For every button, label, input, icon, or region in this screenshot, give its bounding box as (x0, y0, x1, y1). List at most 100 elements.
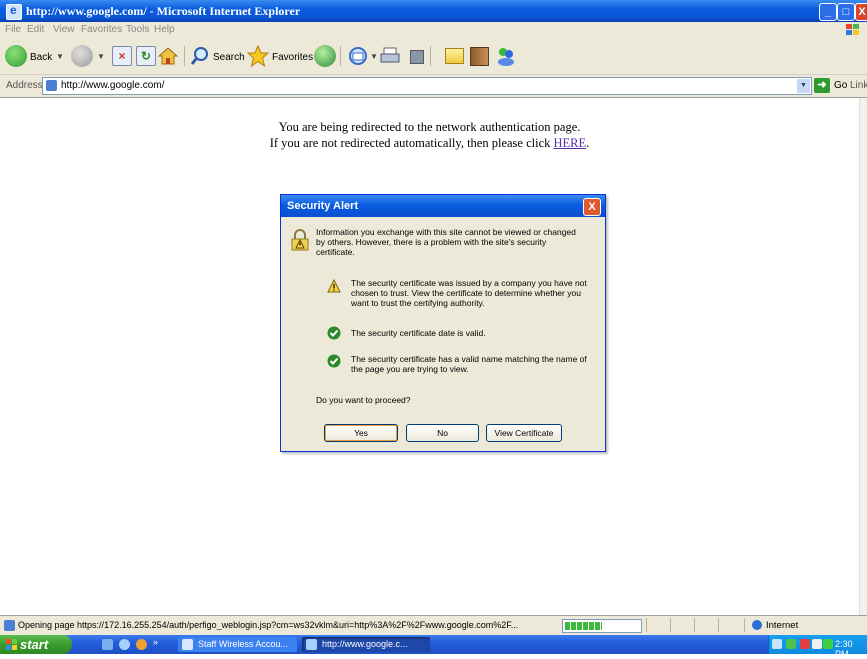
start-button[interactable]: start (0, 635, 72, 654)
status-pane-divider (646, 618, 647, 632)
print-icon[interactable] (380, 47, 400, 65)
links-button[interactable]: Links (850, 80, 867, 91)
menu-help[interactable]: Help (154, 24, 175, 35)
favorites-label[interactable]: Favorites (272, 52, 313, 63)
status-text: Opening page https://172.16.255.254/auth… (18, 620, 519, 630)
security-alert-dialog: Security Alert X Information you exchang… (280, 194, 606, 452)
yes-button[interactable]: Yes (324, 424, 398, 442)
certificate-warning-text: The security certificate was issued by a… (351, 278, 587, 308)
toolbar-separator (184, 46, 185, 66)
quicklaunch-ie-icon[interactable] (119, 639, 130, 650)
security-zone-label: Internet (766, 620, 799, 631)
redirect-message: You are being redirected to the network … (278, 120, 581, 134)
window-title-bar[interactable]: http://www.google.com/ - Microsoft Inter… (0, 0, 867, 22)
taskbar-button-staff-wireless[interactable]: Staff Wireless Accou... (178, 637, 297, 652)
menu-favorites[interactable]: Favorites (81, 24, 122, 35)
minimize-button[interactable]: _ (819, 3, 837, 21)
no-button[interactable]: No (406, 424, 479, 442)
taskbar-button-ie-google[interactable]: http://www.google.c... (302, 637, 430, 652)
proceed-question: Do you want to proceed? (316, 395, 411, 405)
quicklaunch-more-icon[interactable]: » (153, 637, 158, 647)
tray-volume-icon[interactable] (812, 639, 822, 649)
research-icon[interactable] (470, 47, 489, 66)
padlock-warning-icon (291, 229, 309, 251)
view-certificate-button[interactable]: View Certificate (486, 424, 562, 442)
menu-file[interactable]: File (5, 24, 21, 35)
page-loading-icon (4, 620, 15, 631)
address-label: Address (6, 80, 43, 91)
toolbar-separator (340, 46, 341, 66)
address-url[interactable]: http://www.google.com/ (61, 80, 164, 91)
internet-zone-icon (752, 620, 762, 630)
go-button[interactable]: Go (834, 80, 847, 91)
redirect-instruction: If you are not redirected automatically,… (0, 136, 859, 151)
home-icon[interactable] (158, 46, 178, 66)
certificate-name-text: The security certificate has a valid nam… (351, 354, 587, 374)
tray-wireless-icon[interactable] (823, 639, 833, 649)
menu-bar: File Edit View Favorites Tools Help (0, 22, 867, 39)
menu-edit[interactable]: Edit (27, 24, 44, 35)
window-icon (182, 639, 193, 650)
status-pane-divider (694, 618, 695, 632)
search-label[interactable]: Search (213, 52, 245, 63)
history-icon[interactable] (314, 45, 336, 67)
messenger-icon[interactable] (496, 46, 516, 66)
redirect-instruction-end: . (586, 136, 590, 150)
quicklaunch-media-icon[interactable] (136, 639, 147, 650)
ie-icon (306, 639, 317, 650)
forward-arrow-icon[interactable] (71, 45, 93, 67)
redirect-instruction-text: If you are not redirected automatically,… (269, 136, 554, 150)
page-favicon-icon (46, 80, 57, 91)
address-dropdown-icon[interactable]: ▼ (797, 79, 810, 93)
address-input[interactable]: http://www.google.com/ ▼ (42, 77, 812, 95)
forward-dropdown-icon[interactable]: ▼ (97, 52, 105, 61)
progress-bar-fill (565, 622, 602, 630)
folder-icon[interactable] (445, 48, 464, 64)
mail-dropdown-icon[interactable]: ▼ (370, 52, 378, 61)
ie-icon (6, 3, 22, 20)
taskbar: start » Staff Wireless Accou... http://w… (0, 635, 867, 659)
show-desktop-icon[interactable] (102, 639, 113, 650)
certificate-date-text: The security certificate date is valid. (351, 328, 486, 338)
status-pane-divider (744, 618, 745, 632)
progress-bar (562, 619, 642, 633)
status-pane-divider (670, 618, 671, 632)
stop-icon[interactable]: × (112, 46, 132, 66)
status-pane-divider (718, 618, 719, 632)
here-link[interactable]: HERE (554, 136, 587, 150)
refresh-icon[interactable]: ↻ (136, 46, 156, 66)
window-title: http://www.google.com/ - Microsoft Inter… (26, 4, 301, 18)
check-icon (327, 326, 341, 340)
warning-triangle-icon (327, 279, 341, 293)
back-label[interactable]: Back (30, 52, 52, 63)
clock[interactable]: 2:30 PM (835, 639, 867, 659)
search-icon[interactable] (190, 46, 210, 66)
windows-logo-icon (846, 24, 859, 35)
go-arrow-icon[interactable]: ➜ (814, 78, 830, 93)
address-bar: Address http://www.google.com/ ▼ ➜ Go Li… (0, 75, 867, 98)
start-label: start (20, 637, 49, 652)
vertical-scrollbar[interactable] (859, 98, 867, 615)
dialog-close-button[interactable]: X (583, 198, 601, 216)
tray-security-icon[interactable] (786, 639, 796, 649)
back-arrow-icon[interactable] (5, 45, 27, 67)
task-label: http://www.google.c... (322, 639, 408, 649)
close-window-button[interactable]: X (855, 3, 867, 21)
menu-view[interactable]: View (53, 24, 75, 35)
check-icon (327, 354, 341, 368)
standard-toolbar: Back ▼ ▼ × ↻ Search Favorites ▼ (0, 38, 867, 75)
dialog-title: Security Alert (287, 200, 359, 212)
tray-network-icon[interactable] (772, 639, 782, 649)
edit-icon[interactable] (410, 50, 424, 64)
tray-antivirus-icon[interactable] (800, 639, 810, 649)
menu-tools[interactable]: Tools (126, 24, 149, 35)
back-dropdown-icon[interactable]: ▼ (56, 52, 64, 61)
dialog-title-bar[interactable]: Security Alert X (281, 195, 605, 217)
status-bar: Opening page https://172.16.255.254/auth… (0, 615, 867, 636)
favorites-star-icon[interactable] (247, 45, 269, 67)
windows-flag-icon (6, 639, 17, 650)
mail-icon[interactable] (348, 46, 370, 66)
maximize-button[interactable]: □ (837, 3, 855, 21)
dialog-intro-text: Information you exchange with this site … (316, 227, 576, 257)
task-label: Staff Wireless Accou... (198, 639, 288, 649)
